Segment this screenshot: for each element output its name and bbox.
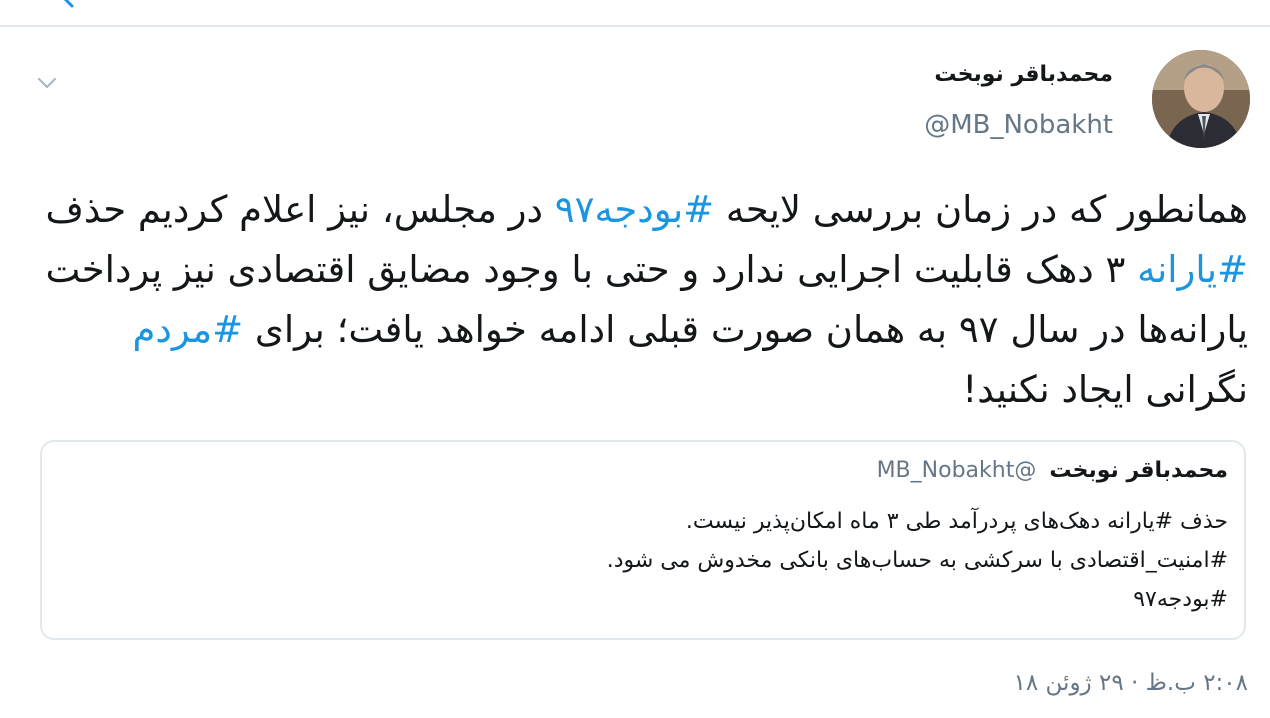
chevron-down-icon[interactable]	[34, 70, 60, 96]
hashtag-link[interactable]: #بودجه۹۷	[555, 188, 714, 231]
quoted-tweet-text: حذف #یارانه دهک‌های پردرآمد طی ۳ ماه امک…	[68, 502, 1228, 619]
tweet-timestamp[interactable]: ۲:۰۸ ب.ظ · ۲۹ ژوئن ۱۸	[1014, 670, 1248, 696]
quoted-tweet-header: محمدباقر نوبخت @MB_Nobakht	[877, 458, 1228, 483]
tweet-text-segment: در مجلس، نیز اعلام کردیم حذف	[45, 188, 555, 231]
quoted-tweet-line: #امنیت_اقتصادی با سرکشی به حساب‌های بانک…	[606, 548, 1228, 573]
quoted-author-name: محمدباقر نوبخت	[1049, 458, 1228, 483]
tweet-header: محمدباقر نوبخت @MB_Nobakht	[750, 50, 1250, 150]
avatar[interactable]	[1152, 50, 1250, 148]
quoted-tweet-card[interactable]: محمدباقر نوبخت @MB_Nobakht حذف #یارانه د…	[40, 440, 1246, 640]
tweet-text-segment: همانطور که در زمان بررسی لایحه	[714, 188, 1248, 231]
tweet-text: همانطور که در زمان بررسی لایحه #بودجه۹۷ …	[38, 180, 1248, 420]
hashtag-link[interactable]: #مردم	[132, 308, 243, 351]
tweet-text-segment: نگرانی ایجاد نکنید!	[962, 368, 1248, 411]
arrow-left-icon[interactable]	[58, 0, 88, 8]
author-handle[interactable]: @MB_Nobakht	[924, 110, 1113, 140]
author-display-name[interactable]: محمدباقر نوبخت	[934, 62, 1113, 87]
top-bar	[0, 0, 1270, 27]
quoted-tweet-line: حذف #یارانه دهک‌های پردرآمد طی ۳ ماه امک…	[685, 509, 1228, 534]
hashtag-link[interactable]: #یارانه	[1137, 248, 1248, 291]
quoted-tweet-line: #بودجه۹۷	[1133, 587, 1228, 612]
quoted-author-handle: @MB_Nobakht	[876, 458, 1037, 483]
